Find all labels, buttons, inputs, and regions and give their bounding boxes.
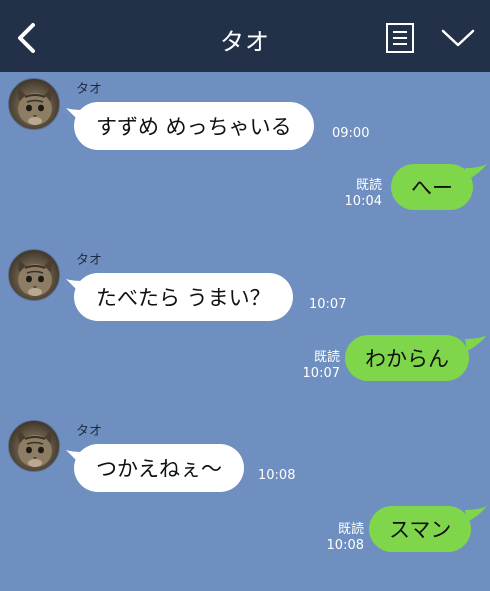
cat-avatar-icon [17,85,53,125]
read-status: 既読 10:07 [292,350,340,382]
menu-button[interactable] [440,26,478,54]
message-time: 10:07 [309,297,347,312]
avatar[interactable] [8,78,60,130]
message-bubble-incoming[interactable]: すずめ めっちゃいる [74,102,314,150]
avatar[interactable] [8,249,60,301]
message-text: たべたら うまい？ [96,286,271,310]
note-button[interactable] [385,22,417,56]
sender-name: タオ [76,253,103,268]
note-icon [386,23,414,53]
message-text: スマン [389,518,452,542]
message-time: 10:07 [302,366,340,381]
message-bubble-outgoing[interactable]: スマン [369,506,472,552]
sender-name: タオ [76,82,103,97]
message-time: 10:08 [258,468,296,483]
bubble-tail [465,506,487,522]
message-time: 10:04 [344,194,382,209]
read-status: 既読 10:08 [316,522,364,554]
message-text: つかえねぇ〜 [96,457,222,481]
avatar[interactable] [8,420,60,472]
bubble-tail [465,335,487,351]
sender-name: タオ [76,424,103,439]
message-text: へー [411,176,453,200]
read-label: 既読 [355,178,382,193]
message-bubble-outgoing[interactable]: へー [391,164,473,210]
message-bubble-outgoing[interactable]: わからん [345,335,469,381]
message-time: 09:00 [332,126,370,141]
bubble-tail [465,164,487,180]
cat-avatar-icon [17,256,53,296]
chevron-down-icon [441,29,475,47]
message-time: 10:08 [326,538,364,553]
message-text: わからん [365,347,449,371]
cat-avatar-icon [17,427,53,467]
message-bubble-incoming[interactable]: つかえねぇ〜 [74,444,244,492]
read-status: 既読 10:04 [336,178,382,210]
message-bubble-incoming[interactable]: たべたら うまい？ [74,273,293,321]
read-label: 既読 [337,522,364,537]
chat-header: タオ [0,0,490,72]
message-text: すずめ めっちゃいる [96,115,292,139]
read-label: 既読 [313,350,340,365]
